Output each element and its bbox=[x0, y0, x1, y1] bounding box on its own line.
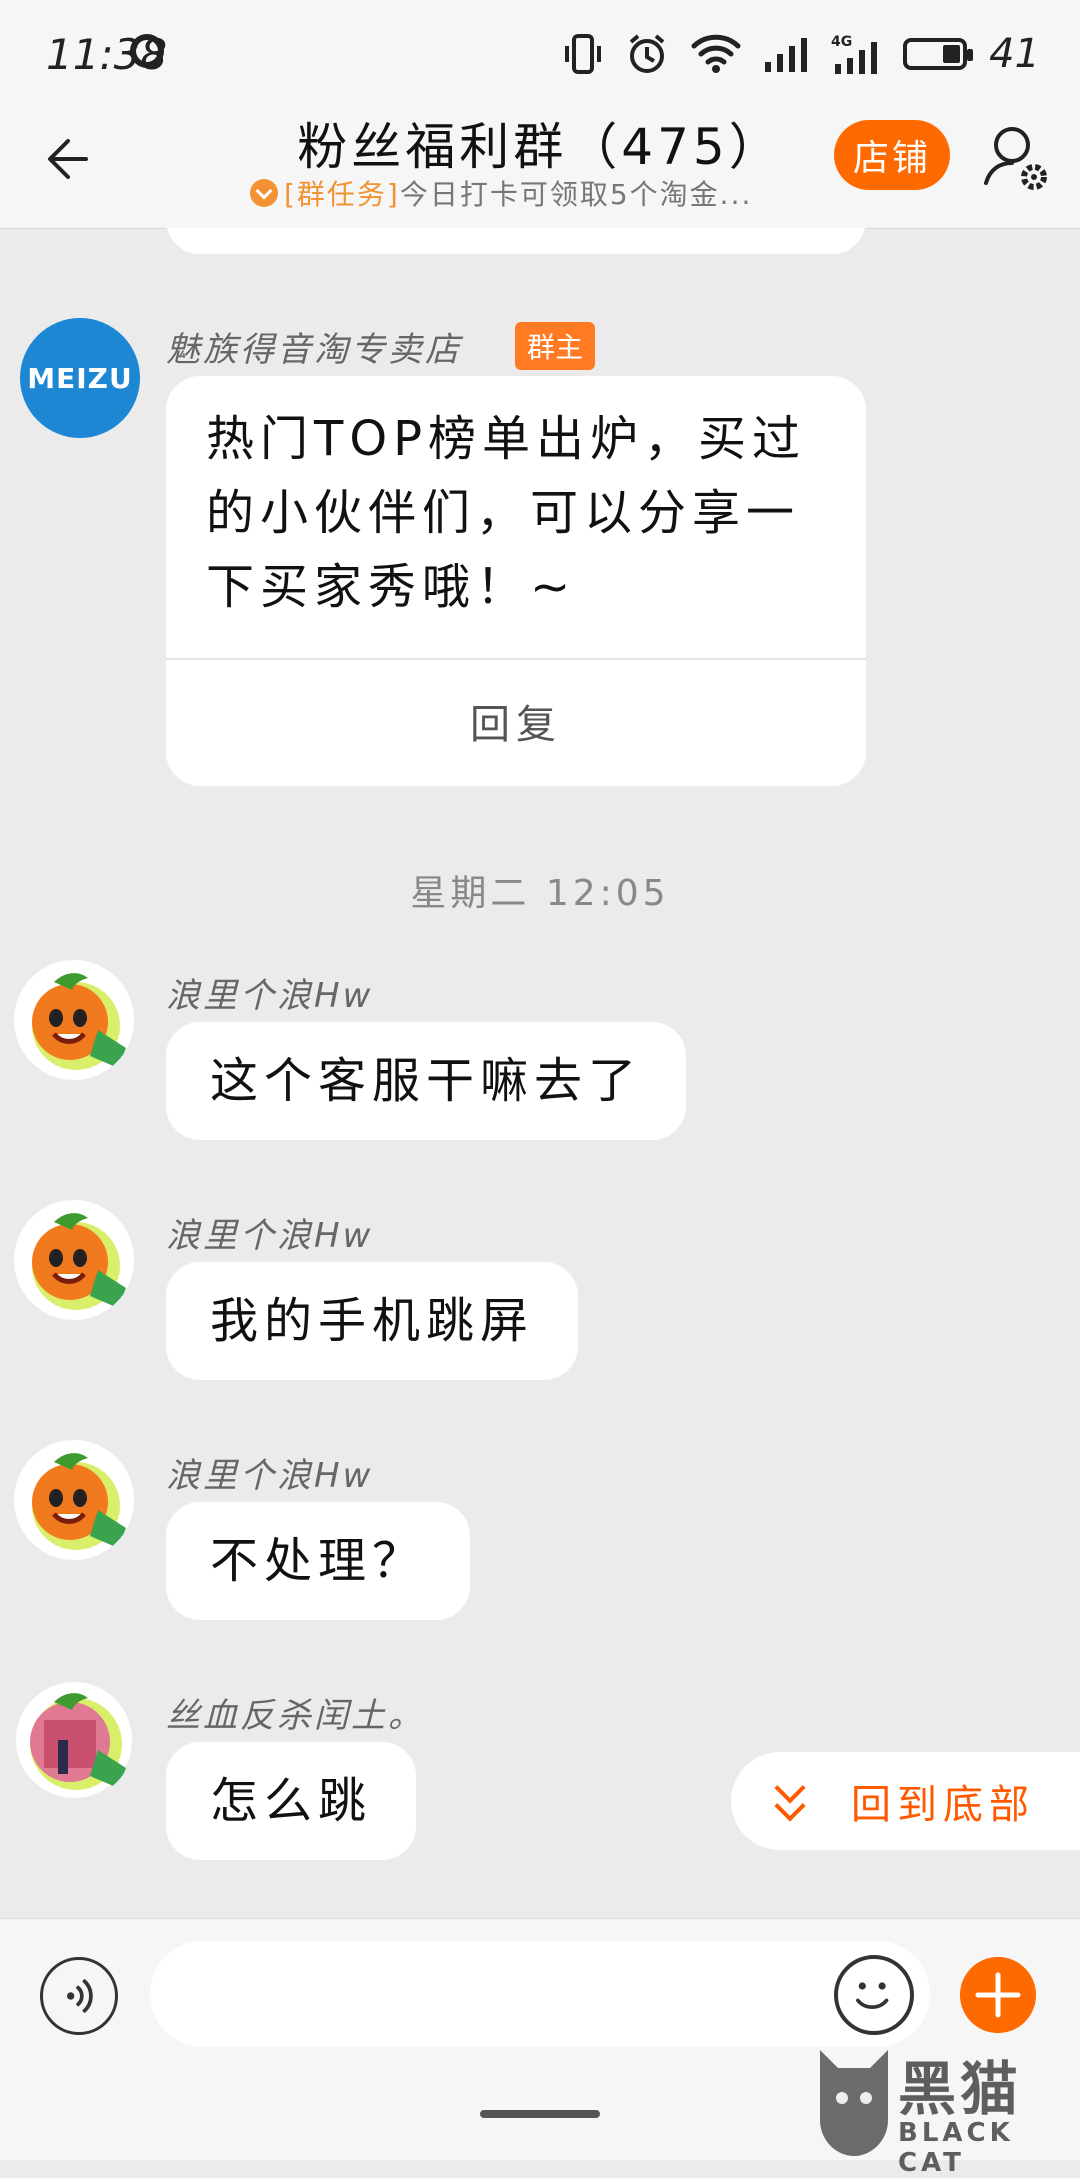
chat-header: 粉丝福利群（475） [群任务] 今日打卡可领取5个淘金... 店铺 bbox=[0, 105, 1080, 229]
voice-input-icon[interactable] bbox=[40, 1957, 118, 2035]
sender-name: 丝血反杀闰土。 bbox=[166, 1696, 425, 1736]
status-icons: 4G 41 bbox=[563, 26, 1040, 82]
signal-icon bbox=[765, 38, 808, 72]
avatar[interactable] bbox=[14, 1200, 134, 1320]
message-input[interactable] bbox=[150, 1941, 930, 2047]
message-bubble[interactable]: 我的手机跳屏 bbox=[166, 1262, 579, 1380]
home-indicator[interactable] bbox=[480, 2110, 600, 2118]
sender-name: 浪里个浪Hw bbox=[166, 976, 374, 1016]
avatar[interactable] bbox=[14, 960, 134, 1080]
signal-4g-icon: 4G bbox=[831, 34, 878, 74]
back-to-bottom-button[interactable]: 回到底部 bbox=[731, 1752, 1080, 1850]
sender-name: 浪里个浪Hw bbox=[166, 1216, 374, 1256]
avatar[interactable] bbox=[14, 1440, 134, 1560]
reply-button[interactable]: 回复 bbox=[166, 692, 866, 750]
message-list[interactable]: MEIZU 魅族得音淘专卖店 群主 热门TOP榜单出炉，买过的小伙伴们，可以分享… bbox=[0, 228, 1080, 1918]
group-settings-icon[interactable] bbox=[982, 121, 1052, 195]
sender-name: 浪里个浪Hw bbox=[166, 1456, 374, 1496]
watermark: 黑猫 BLACK CAT bbox=[812, 2040, 1080, 2178]
message-bubble[interactable]: 不处理？ bbox=[166, 1502, 471, 1620]
message-timestamp: 星期二 12:05 bbox=[410, 873, 670, 914]
battery-level: 41 bbox=[989, 31, 1040, 77]
shop-button[interactable]: 店铺 bbox=[834, 120, 950, 190]
message-text: 热门TOP榜单出炉，买过的小伙伴们，可以分享一下买家秀哦！~ bbox=[206, 411, 807, 615]
watermark-subtext: BLACK CAT bbox=[898, 2118, 1014, 2178]
svg-text:4G: 4G bbox=[831, 34, 852, 50]
divider bbox=[166, 658, 866, 660]
wifi-icon bbox=[691, 34, 741, 73]
task-text: 今日打卡可领取5个淘金... bbox=[399, 178, 753, 211]
message-card[interactable]: 热门TOP榜单出炉，买过的小伙伴们，可以分享一下买家秀哦！~ 回复 bbox=[166, 376, 866, 786]
battery-icon bbox=[903, 38, 974, 70]
owner-badge: 群主 bbox=[515, 322, 596, 370]
message-bubble-partial[interactable] bbox=[166, 228, 866, 254]
emoji-icon[interactable] bbox=[834, 1955, 914, 2035]
avatar[interactable]: MEIZU bbox=[20, 318, 140, 438]
plus-icon[interactable] bbox=[960, 1957, 1036, 2033]
task-tag: [群任务] bbox=[284, 178, 400, 211]
watermark-text: 黑猫 bbox=[898, 2055, 1023, 2123]
chevron-down-icon bbox=[250, 179, 278, 207]
message-bubble[interactable]: 怎么跳 bbox=[166, 1742, 417, 1860]
avatar[interactable] bbox=[14, 1680, 134, 1800]
app-notification-icon bbox=[130, 34, 164, 68]
alarm-icon bbox=[629, 34, 665, 73]
sender-name: 魅族得音淘专卖店 bbox=[166, 330, 462, 370]
back-to-bottom-label: 回到底部 bbox=[851, 1782, 1035, 1828]
group-task-banner[interactable]: [群任务] 今日打卡可领取5个淘金... bbox=[250, 173, 752, 213]
vibrate-icon bbox=[565, 34, 602, 74]
status-bar: 11:38 4G 41 bbox=[0, 0, 1080, 105]
cat-logo-icon bbox=[820, 2050, 888, 2156]
message-bubble[interactable]: 这个客服干嘛去了 bbox=[166, 1022, 687, 1140]
double-chevron-down-icon bbox=[761, 1771, 821, 1831]
